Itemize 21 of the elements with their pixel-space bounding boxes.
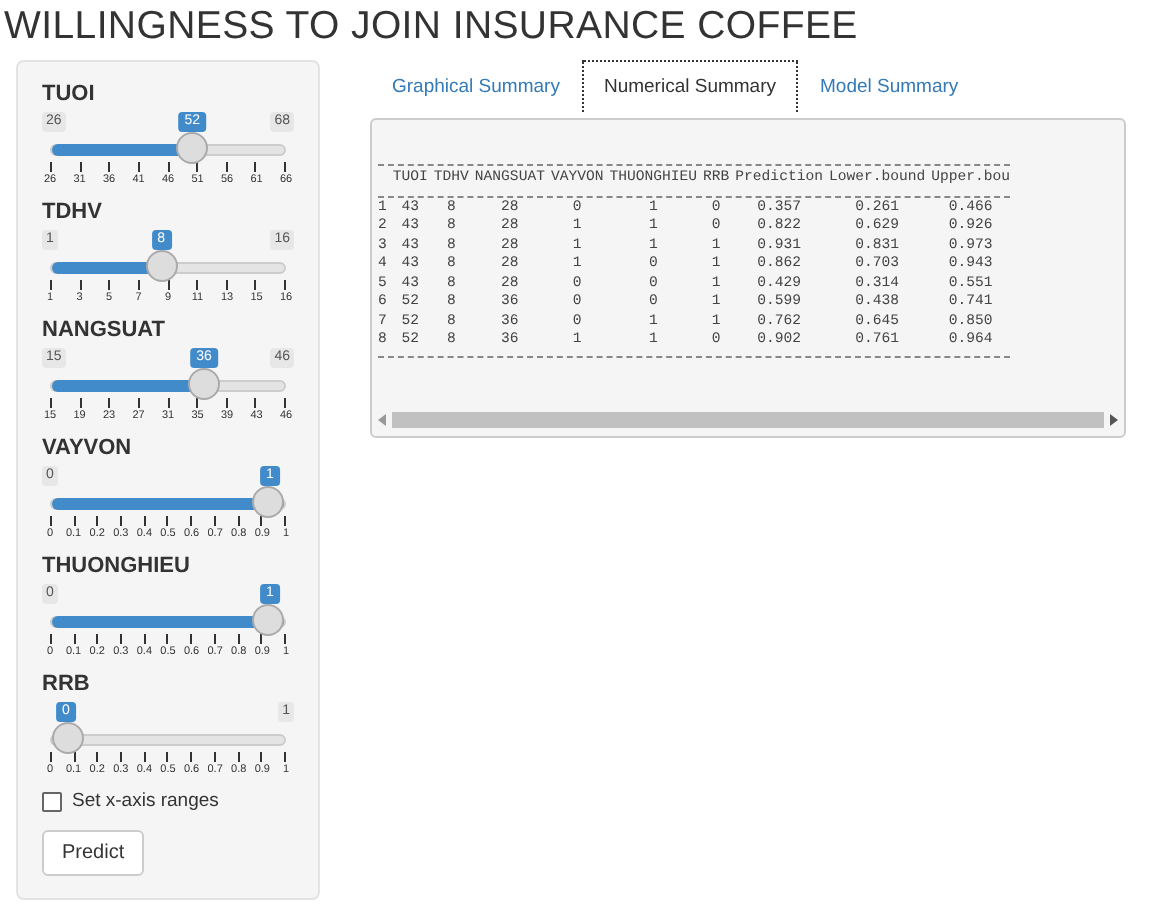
slider-thumb[interactable] <box>145 250 178 282</box>
slider-label: NANGSUAT <box>42 318 168 342</box>
predict-button[interactable]: Predict <box>42 830 145 876</box>
slider-label: VAYVON <box>42 436 134 460</box>
slider-thumb[interactable] <box>52 722 84 754</box>
tab[interactable]: Model Summary <box>798 60 981 112</box>
slider-label: TUOI <box>42 82 97 106</box>
slider-label: TDHV <box>42 200 104 224</box>
slider-label: RRB <box>42 672 92 696</box>
tab[interactable]: Numerical Summary <box>581 60 798 112</box>
slider-label: THUONGHIEU <box>42 554 192 578</box>
slider-thumb[interactable] <box>252 604 284 636</box>
page-title: WILLINGNESS TO JOIN INSURANCE COFFEE <box>4 2 860 52</box>
slider-thumb[interactable] <box>252 486 284 518</box>
scroll-right-icon[interactable] <box>1110 413 1118 425</box>
slider-thumb[interactable] <box>187 368 220 400</box>
checkbox-label: Set x-axis ranges <box>72 790 219 812</box>
tab[interactable]: Graphical Summary <box>370 60 582 112</box>
slider-thumb[interactable] <box>175 132 208 164</box>
checkbox[interactable] <box>42 791 62 811</box>
scrollbar-thumb[interactable] <box>392 411 1104 427</box>
